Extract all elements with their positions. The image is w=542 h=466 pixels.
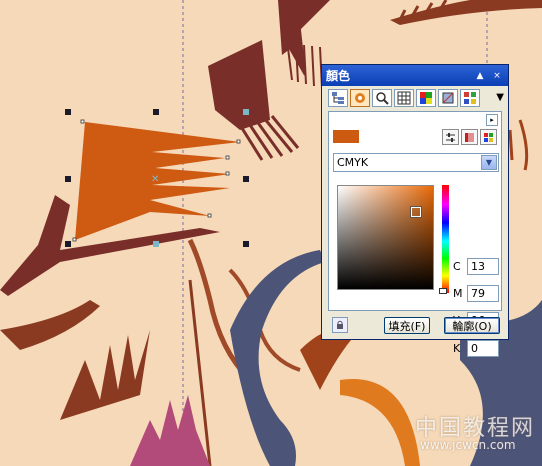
object-manager-icon bbox=[332, 92, 344, 104]
outline-button[interactable]: 輪廓(O) bbox=[444, 317, 500, 334]
tab-transform[interactable] bbox=[438, 89, 458, 107]
watermark-url: www.jcwcn.com bbox=[420, 438, 516, 452]
color-model-value: CMYK bbox=[337, 156, 369, 169]
docker-tabstrip bbox=[328, 89, 482, 109]
channel-row-c: C 13 bbox=[453, 258, 499, 275]
close-button[interactable]: × bbox=[490, 69, 504, 83]
hue-slider-handle[interactable] bbox=[439, 288, 447, 294]
channel-label: C bbox=[453, 260, 461, 273]
docker-titlebar[interactable]: 顏色 ▲ × bbox=[322, 65, 508, 86]
channel-label: M bbox=[453, 287, 463, 300]
channel-row-m: M 79 bbox=[453, 285, 499, 302]
docker-title: 顏色 bbox=[326, 69, 351, 83]
palettes-icon bbox=[484, 132, 493, 142]
fill-button[interactable]: 填充(F) bbox=[384, 317, 430, 334]
color-docker[interactable]: 顏色 ▲ × ▼ ▸ CMYK ▼ C 13 M 79 K 0 填充(F) 輪廓… bbox=[321, 64, 509, 357]
color-viewer-button[interactable] bbox=[461, 129, 478, 145]
magnifier-icon bbox=[376, 92, 389, 105]
hue-slider[interactable] bbox=[442, 185, 449, 293]
channel-value-input[interactable]: 13 bbox=[467, 258, 499, 275]
color-palettes-button[interactable] bbox=[480, 129, 497, 145]
color-model-select[interactable]: CMYK ▼ bbox=[333, 153, 499, 172]
color-field-cursor[interactable] bbox=[411, 207, 421, 217]
grid-icon bbox=[464, 92, 476, 104]
color-field[interactable] bbox=[337, 185, 434, 290]
tab-color-palette[interactable] bbox=[416, 89, 436, 107]
lock-button[interactable] bbox=[332, 317, 348, 333]
tab-grid[interactable] bbox=[460, 89, 480, 107]
color-styles-icon bbox=[355, 93, 365, 103]
transform-icon bbox=[442, 92, 454, 104]
channel-value-input[interactable]: 79 bbox=[467, 285, 499, 302]
channel-value-input[interactable]: 0 bbox=[467, 340, 499, 357]
channel-row-k: K0 bbox=[453, 340, 499, 357]
tab-table[interactable] bbox=[394, 89, 414, 107]
channel-label: K bbox=[453, 342, 461, 355]
current-color-swatch bbox=[333, 130, 359, 143]
color-palette-icon bbox=[420, 92, 432, 104]
tab-object-manager[interactable] bbox=[328, 89, 348, 107]
tab-color-styles[interactable] bbox=[350, 89, 370, 107]
color-sliders-button[interactable] bbox=[442, 129, 459, 145]
svg-text:✕: ✕ bbox=[151, 174, 159, 185]
tab-magnifier[interactable] bbox=[372, 89, 392, 107]
lock-icon bbox=[337, 320, 343, 329]
chevron-down-icon[interactable]: ▼ bbox=[481, 155, 497, 170]
color-viewer-icon bbox=[465, 132, 474, 142]
sliders-icon bbox=[446, 132, 455, 142]
table-icon bbox=[397, 91, 411, 105]
tab-more-button[interactable]: ▼ bbox=[496, 92, 504, 103]
expand-arrow-icon[interactable]: ▸ bbox=[486, 114, 498, 126]
color-panel: ▸ CMYK ▼ C13M79Y96K0 bbox=[328, 111, 502, 357]
minimize-button[interactable]: ▲ bbox=[473, 69, 487, 83]
